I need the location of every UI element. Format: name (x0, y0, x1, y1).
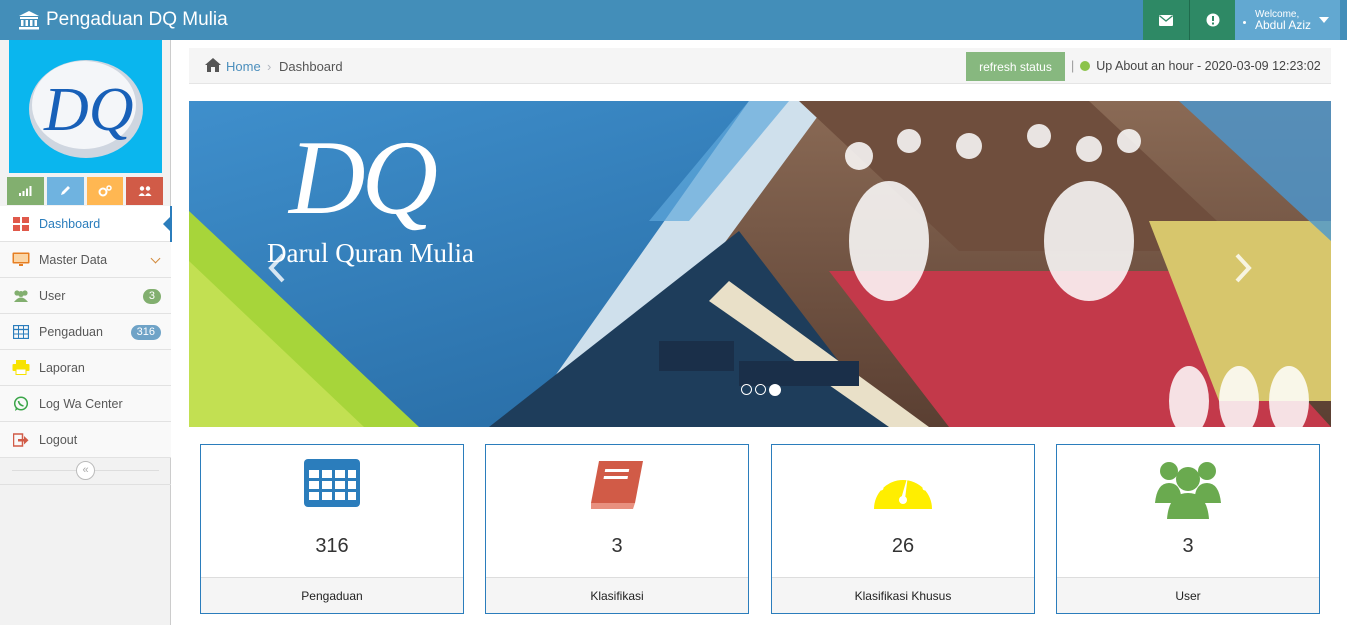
sidebar-item-label: Laporan (39, 360, 85, 375)
chevron-down-icon (150, 253, 161, 264)
stat-card-klasifikasi[interactable]: 3 Klasifikasi (485, 444, 749, 614)
logout-icon (11, 431, 31, 449)
carousel-indicator[interactable] (741, 384, 752, 395)
user-avatar (1243, 20, 1246, 24)
carousel-indicators (741, 384, 781, 396)
breadcrumb: Home › Dashboard refresh status | Up Abo… (189, 48, 1331, 84)
refresh-status-button[interactable]: refresh status (966, 52, 1065, 81)
pengaduan-count-badge: 316 (130, 325, 161, 340)
chevron-left-icon (268, 253, 285, 283)
shortcut-settings-button[interactable] (86, 177, 124, 205)
sidebar-item-dashboard[interactable]: Dashboard (0, 206, 172, 242)
sidebar-item-label: User (39, 288, 66, 303)
notifications-button[interactable] (1189, 0, 1235, 40)
stat-value: 316 (315, 535, 349, 557)
bank-icon (19, 11, 39, 30)
users-icon (11, 287, 31, 305)
breadcrumb-current: Dashboard (279, 59, 343, 74)
stat-label: Klasifikasi Khusus (772, 577, 1034, 613)
sidebar-item-logout[interactable]: Logout (0, 422, 171, 458)
double-chevron-left-icon[interactable]: « (76, 461, 95, 480)
brand[interactable]: Pengaduan DQ Mulia (18, 0, 228, 40)
stat-label: User (1057, 577, 1319, 613)
stat-card-pengaduan[interactable]: 316 Pengaduan (200, 444, 464, 614)
sidebar-item-pengaduan[interactable]: Pengaduan 316 (0, 314, 171, 350)
calendar-grid-icon (201, 459, 463, 507)
monitor-icon (11, 251, 31, 269)
book-icon (486, 459, 748, 511)
banner-title: Darul Quran Mulia (267, 238, 474, 268)
sidebar-item-laporan[interactable]: Laporan (0, 350, 171, 386)
carousel-next-button[interactable] (1233, 251, 1253, 285)
whatsapp-icon (11, 395, 31, 413)
group-icon (138, 186, 152, 196)
user-count-badge: 3 (142, 289, 161, 304)
stat-value: 3 (611, 535, 623, 557)
top-navbar: Pengaduan DQ Mulia Welcome, Abdul Aziz (0, 0, 1347, 40)
envelope-icon (1159, 14, 1173, 26)
dashboard-tiles-icon (11, 215, 31, 233)
carousel-indicator-active[interactable] (769, 384, 781, 396)
signal-icon (19, 186, 32, 196)
breadcrumb-separator: › (267, 59, 272, 74)
carousel-prev-button[interactable] (267, 251, 287, 285)
stat-label: Pengaduan (201, 577, 463, 613)
svg-text:DQ: DQ (43, 76, 134, 144)
breadcrumb-home-link[interactable]: Home (226, 59, 261, 74)
sidebar-menu: Dashboard Master Data User 3 Pengaduan 3… (0, 206, 172, 458)
table-icon (11, 323, 31, 341)
printer-icon (11, 359, 31, 377)
stat-value: 3 (1182, 535, 1194, 557)
sidebar-item-user[interactable]: User 3 (0, 278, 171, 314)
shortcut-users-button[interactable] (126, 177, 163, 205)
banner-carousel: DQ Darul Quran Mulia (189, 101, 1331, 427)
shortcut-buttons (7, 177, 163, 205)
stat-card-klasifikasi-khusus[interactable]: 26 Klasifikasi Khusus (771, 444, 1035, 614)
sidebar-item-label: Master Data (39, 252, 108, 267)
home-icon (205, 58, 221, 72)
sidebar-item-label: Dashboard (39, 216, 101, 231)
user-name: Abdul Aziz (1255, 18, 1312, 32)
sidebar-item-label: Logout (39, 432, 78, 447)
cogs-icon (98, 185, 112, 197)
status-text: Up About an hour - 2020-03-09 12:23:02 (1096, 59, 1321, 73)
dq-logo: DQ (28, 59, 143, 158)
chevron-right-icon (1235, 253, 1252, 283)
users-group-icon (1057, 459, 1319, 519)
sidebar-collapse-bar: « (0, 457, 171, 485)
status-divider: | (1071, 59, 1075, 73)
stat-card-user[interactable]: 3 User (1056, 444, 1320, 614)
user-menu[interactable]: Welcome, Abdul Aziz (1235, 0, 1340, 40)
caret-down-icon (1319, 17, 1330, 23)
pencil-icon (61, 186, 71, 195)
shortcut-edit-button[interactable] (46, 177, 84, 205)
sidebar-item-master-data[interactable]: Master Data (0, 242, 171, 278)
sidebar-item-label: Pengaduan (39, 324, 103, 339)
shortcut-stats-button[interactable] (7, 177, 44, 205)
sidebar-logo: DQ (9, 40, 162, 173)
brand-title: Pengaduan DQ Mulia (46, 9, 228, 30)
server-status: | Up About an hour - 2020-03-09 12:23:02 (1071, 59, 1321, 73)
stat-label: Klasifikasi (486, 577, 748, 613)
sidebar-item-label: Log Wa Center (39, 396, 123, 411)
dashboard-gauge-icon (772, 459, 1034, 511)
status-online-dot (1080, 61, 1091, 71)
carousel-indicator[interactable] (755, 384, 766, 395)
sidebar: DQ Dashboard Master Data User 3 Pengadua… (0, 40, 172, 625)
exclamation-circle-icon (1206, 13, 1219, 27)
messages-button[interactable] (1143, 0, 1189, 40)
stat-value: 26 (891, 535, 915, 557)
banner-logo: DQ (289, 119, 438, 236)
sidebar-item-log-wa-center[interactable]: Log Wa Center (0, 386, 171, 422)
